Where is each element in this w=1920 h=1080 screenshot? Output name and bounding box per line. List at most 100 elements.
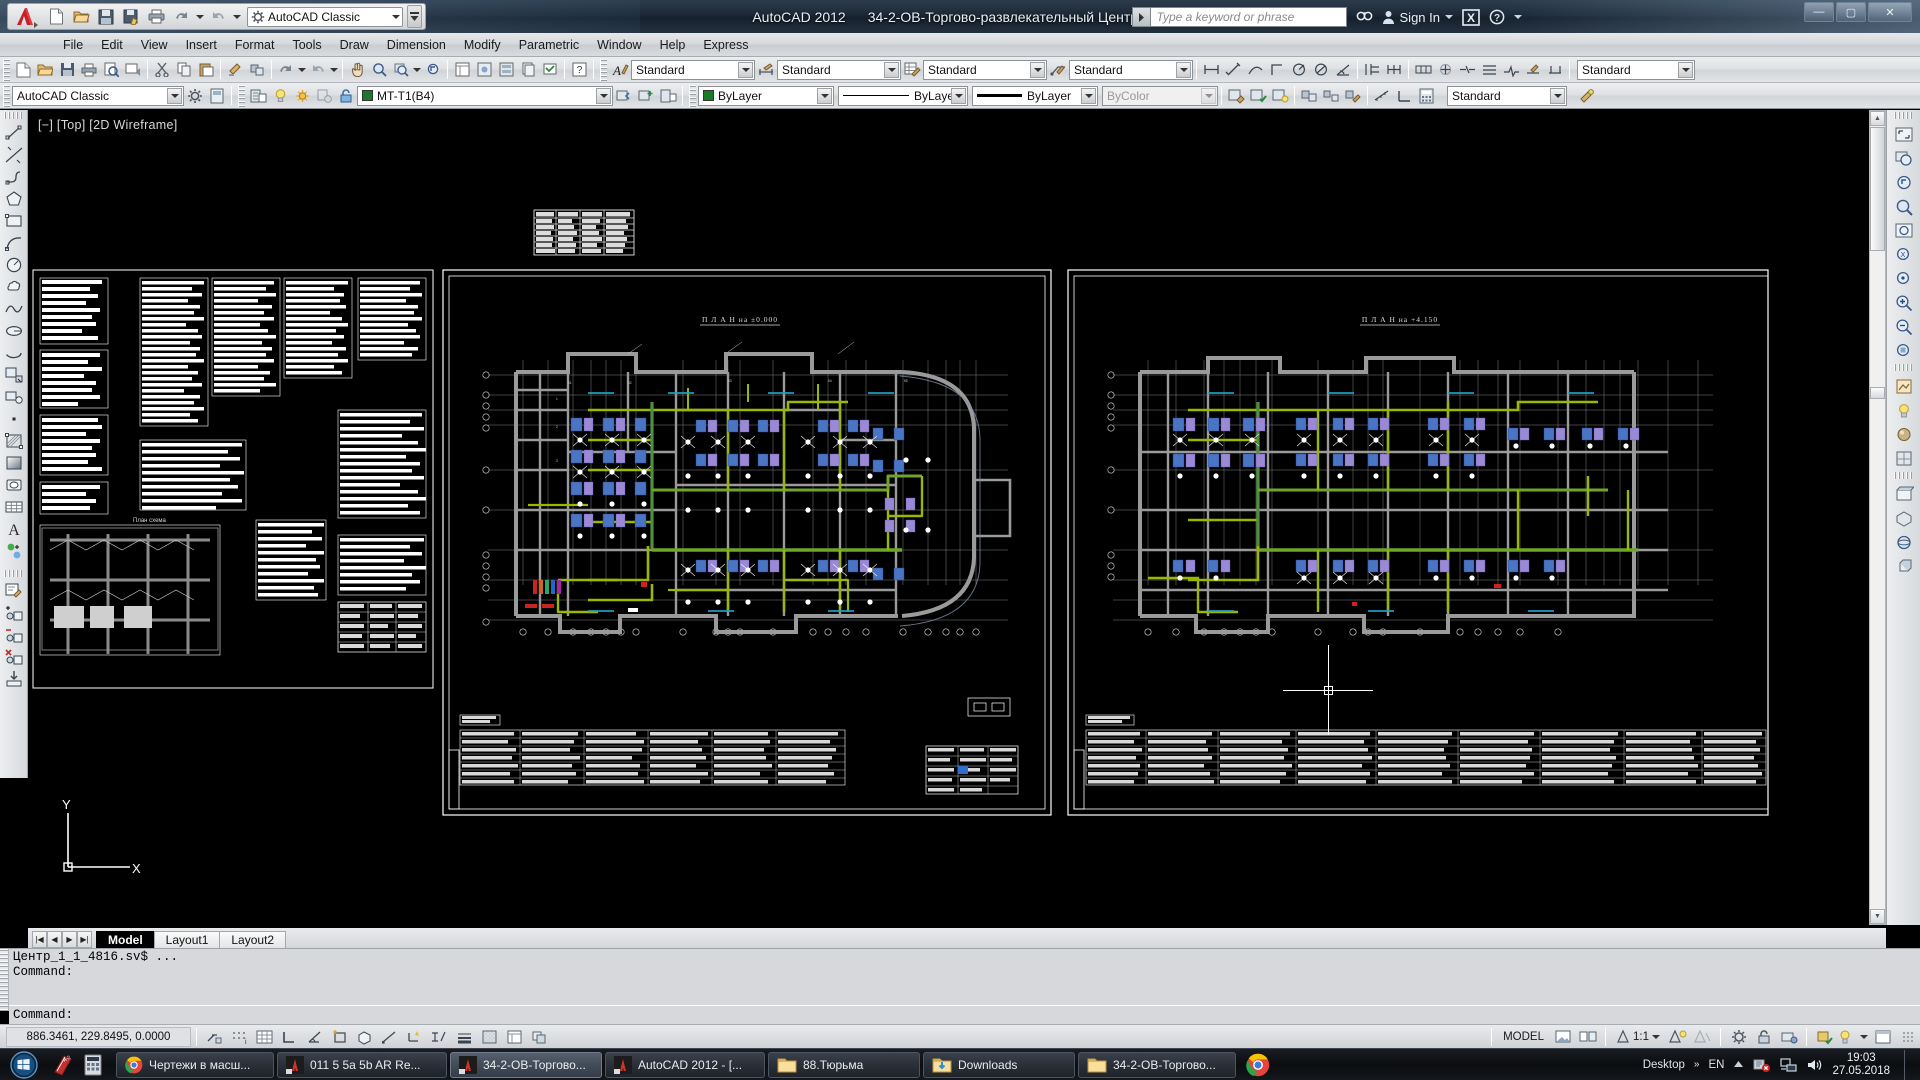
- orbit-icon[interactable]: [1891, 530, 1917, 554]
- arc-icon[interactable]: [2, 232, 25, 254]
- add-selected-icon[interactable]: [2, 540, 25, 562]
- menu-item-express[interactable]: Express: [694, 35, 757, 55]
- layer-lightbulb-icon[interactable]: [269, 85, 291, 107]
- object-snap-toggle[interactable]: [328, 1027, 351, 1047]
- paste-icon[interactable]: [195, 59, 217, 81]
- plotstyle-combo[interactable]: ByColor: [1102, 85, 1218, 106]
- layer-make-current-icon[interactable]: [635, 85, 657, 107]
- chevron-down-icon[interactable]: [817, 87, 832, 104]
- undo-dropdown[interactable]: [194, 5, 205, 28]
- show-desktop-button[interactable]: [1904, 1049, 1914, 1080]
- list-properties-icon[interactable]: [1225, 85, 1247, 107]
- polygon-icon[interactable]: [2, 188, 25, 210]
- ellipse-arc-icon[interactable]: [2, 342, 25, 364]
- scroll-down-button[interactable]: ▼: [1870, 909, 1885, 924]
- quicklaunch-calculator-icon[interactable]: [78, 1050, 108, 1080]
- zoom-extents-icon[interactable]: [1891, 122, 1917, 146]
- mleader-style-combo[interactable]: Standard: [1069, 59, 1193, 80]
- construction-line-icon[interactable]: [2, 144, 25, 166]
- space-toggle[interactable]: MODEL: [1497, 1031, 1550, 1043]
- quick-view-layouts-icon[interactable]: [1551, 1027, 1574, 1047]
- menu-item-tools[interactable]: Tools: [283, 35, 330, 55]
- make-block-icon[interactable]: [2, 386, 25, 408]
- toolbar-lock-icon[interactable]: [1752, 1027, 1775, 1047]
- snap-mode-toggle[interactable]: i: [228, 1027, 251, 1047]
- tray-expand-icon[interactable]: [1733, 1060, 1744, 1069]
- taskbar-item-acad-011[interactable]: 011 5 5a 5b AR Re...: [277, 1051, 447, 1078]
- view-top-icon[interactable]: [1891, 482, 1917, 506]
- command-window-grip[interactable]: [0, 949, 9, 1011]
- region-icon[interactable]: [2, 474, 25, 496]
- zoom-center-icon[interactable]: [1891, 266, 1917, 290]
- transparency-toggle[interactable]: [478, 1027, 501, 1047]
- zoom-window-right-icon[interactable]: [1891, 146, 1917, 170]
- right-toolbar-grip-2[interactable]: [1893, 364, 1914, 371]
- vertical-scroll-thumb[interactable]: [1870, 127, 1885, 251]
- polar-tracking-toggle[interactable]: [303, 1027, 326, 1047]
- minimize-button[interactable]: —: [1804, 2, 1834, 22]
- zoom-all-icon[interactable]: [1891, 218, 1917, 242]
- infocenter-expand-button[interactable]: [1131, 7, 1151, 27]
- far-right-style-combo[interactable]: Standard: [1577, 59, 1695, 80]
- layer-walk-icon[interactable]: [1269, 85, 1291, 107]
- tab-layout1[interactable]: Layout1: [153, 931, 221, 948]
- tray-overflow-icon[interactable]: »: [1694, 1059, 1700, 1070]
- dimcontinue-icon[interactable]: [1383, 59, 1405, 81]
- group-edit-icon[interactable]: [1342, 85, 1364, 107]
- zoom-window-icon[interactable]: [390, 59, 412, 81]
- redo-icon[interactable]: [307, 59, 329, 81]
- layer-freeze-icon[interactable]: [313, 85, 335, 107]
- scroll-up-button[interactable]: ▲: [1870, 111, 1885, 126]
- chevron-down-icon[interactable]: [392, 14, 400, 19]
- dimdiameter-icon[interactable]: [1310, 59, 1332, 81]
- dimension-style-icon[interactable]: [755, 59, 777, 81]
- copy-icon[interactable]: [173, 59, 195, 81]
- help-toolbar-icon[interactable]: ?: [568, 59, 590, 81]
- zoom-dropdown-icon[interactable]: [412, 59, 422, 81]
- zoom-out-icon[interactable]: [1891, 314, 1917, 338]
- taskbar-item-folder-34-2-ob[interactable]: 34-2-OB-Торгово...: [1078, 1051, 1236, 1078]
- taskbar-item-chrome[interactable]: [1243, 1050, 1273, 1080]
- dimjogline-icon[interactable]: [1500, 59, 1522, 81]
- ungroup-icon[interactable]: [1320, 85, 1342, 107]
- plot-button[interactable]: [144, 5, 168, 28]
- markup-icon[interactable]: [539, 59, 561, 81]
- redo-button[interactable]: [206, 5, 230, 28]
- taskbar-item-chrome-drawings[interactable]: Чертежи в масш...: [116, 1051, 274, 1078]
- group-icon[interactable]: [1298, 85, 1320, 107]
- insert-block-icon[interactable]: [2, 364, 25, 386]
- autodesk-exchange-icon[interactable]: X: [1462, 8, 1480, 26]
- vertical-scrollbar[interactable]: ▲ ▼: [1869, 110, 1886, 925]
- block-insert-icon[interactable]: [2, 668, 25, 690]
- right-toolbar-grip-3[interactable]: [1893, 472, 1914, 479]
- dimbreak-icon[interactable]: [1456, 59, 1478, 81]
- dimedit-icon[interactable]: [1522, 59, 1544, 81]
- dimarc-icon[interactable]: [1244, 59, 1266, 81]
- measure-icon[interactable]: [1371, 85, 1393, 107]
- ellipse-icon[interactable]: [2, 320, 25, 342]
- layer-combo[interactable]: MT-T1(B4): [357, 85, 613, 106]
- zoom-object-icon[interactable]: [1891, 338, 1917, 362]
- view-iso-icon[interactable]: [1891, 506, 1917, 530]
- new-button[interactable]: [44, 5, 68, 28]
- taskbar-item-acad-2012[interactable]: AutoCAD 2012 - [...: [605, 1051, 765, 1078]
- redo-dropdown[interactable]: [231, 5, 242, 28]
- quick-properties-toggle[interactable]: [503, 1027, 526, 1047]
- attribute-remove-icon[interactable]: [2, 624, 25, 646]
- menu-item-edit[interactable]: Edit: [92, 35, 132, 55]
- spline-icon[interactable]: [2, 298, 25, 320]
- zoom-realtime-right-icon[interactable]: [1891, 194, 1917, 218]
- redo-dropdown-icon[interactable]: [329, 59, 339, 81]
- taskbar-item-acad-34-2-ob[interactable]: 34-2-OB-Торгово...: [450, 1051, 602, 1078]
- sheetset-icon[interactable]: [517, 59, 539, 81]
- chevron-down-icon[interactable]: [1445, 15, 1453, 19]
- tab-nav-prev[interactable]: ◀: [47, 931, 62, 948]
- zoom-realtime-icon[interactable]: [368, 59, 390, 81]
- text-icon[interactable]: A: [2, 518, 25, 540]
- save-icon[interactable]: [56, 59, 78, 81]
- table-style-combo[interactable]: Standard: [923, 59, 1047, 80]
- drawing-canvas[interactable]: [−] [Top] [2D Wireframe] План схема П Л …: [28, 110, 1886, 925]
- toolpalettes-icon[interactable]: [495, 59, 517, 81]
- chevron-down-icon[interactable]: [1678, 61, 1693, 78]
- properties-toolbar-grip[interactable]: [689, 84, 696, 107]
